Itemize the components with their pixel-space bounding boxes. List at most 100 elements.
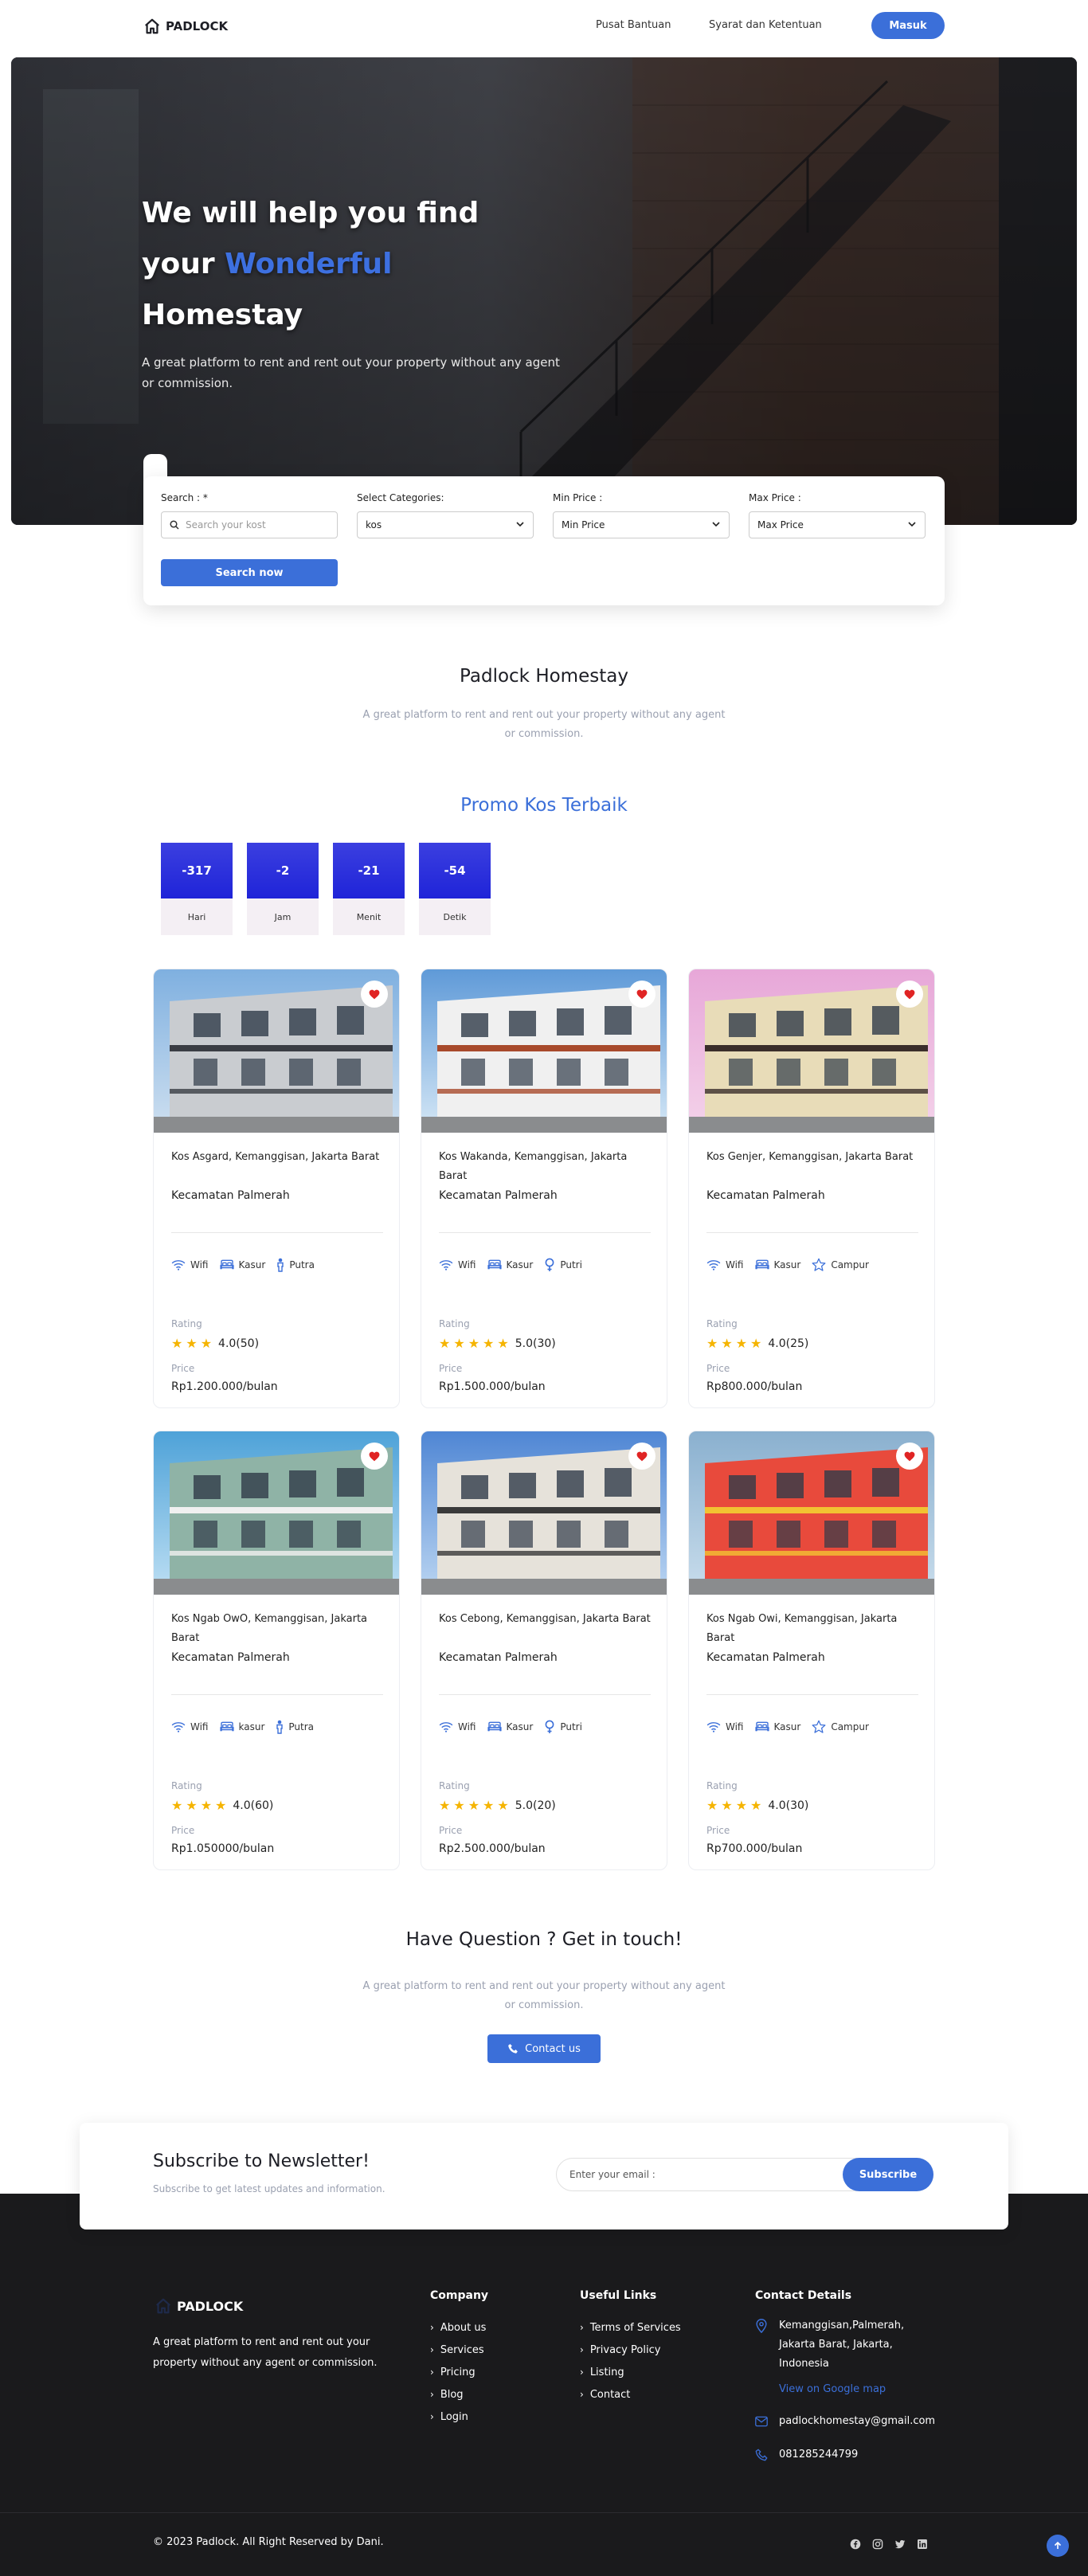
listing-photo[interactable]: [689, 969, 934, 1133]
footer-phone[interactable]: 081285244799: [755, 2445, 938, 2464]
house-icon: [145, 18, 159, 34]
feature-gender: Campur: [812, 1720, 869, 1734]
listing-photo[interactable]: [421, 969, 667, 1133]
feature-gender: Putra: [276, 1720, 314, 1734]
rating: ★ ★ ★ 4.0(50): [171, 1336, 259, 1351]
feature-wifi: Wifi: [171, 1259, 209, 1270]
listing-card[interactable]: Kos Genjer, Kemanggisan, Jakarta Barat Ke…: [688, 969, 935, 1408]
footer-address: Kemanggisan,Palmerah, Jakarta Barat, Jak…: [755, 2316, 938, 2399]
listing-price: Rp800.000/bulan: [706, 1380, 803, 1393]
chevron-down-icon: [908, 522, 916, 527]
footer-link-terms[interactable]: › Terms of Services: [580, 2316, 681, 2339]
question-subtitle: A great platform to rent and rent out yo…: [362, 1980, 726, 2011]
footer-link-login[interactable]: › Login: [430, 2406, 488, 2428]
star-icon: ★: [453, 1336, 465, 1351]
about-subtitle: A great platform to rent and rent out yo…: [362, 709, 726, 740]
card-divider: [439, 1232, 651, 1233]
listing-district: Kecamatan Palmerah: [439, 1651, 558, 1664]
contact-us-button[interactable]: Contact us: [487, 2034, 601, 2063]
rating-label: Rating: [171, 1318, 202, 1329]
footer-link-pricing[interactable]: › Pricing: [430, 2361, 488, 2383]
feature-bed: Kasur: [487, 1259, 533, 1270]
footer-email[interactable]: padlockhomestay@gmail.com: [755, 2412, 938, 2431]
rating-label: Rating: [706, 1318, 738, 1329]
instagram-icon[interactable]: [870, 2536, 886, 2552]
favorite-button[interactable]: [361, 981, 388, 1008]
chevron-down-icon: [516, 522, 524, 527]
listing-card[interactable]: Kos Cebong, Kemanggisan, Jakarta Barat Ke…: [421, 1431, 667, 1870]
listing-card[interactable]: Kos Ngab Owi, Kemanggisan, Jakarta Barat…: [688, 1431, 935, 1870]
footer-link-contact[interactable]: › Contact: [580, 2383, 681, 2406]
rating: ★ ★ ★ ★ 4.0(60): [171, 1798, 273, 1813]
listing-card[interactable]: Kos Wakanda, Kemanggisan, Jakarta Barat K…: [421, 969, 667, 1408]
feature-wifi: Wifi: [439, 1259, 476, 1270]
search-panel: Search : * Search your kost Select Categ…: [143, 476, 945, 605]
chevron-right-icon: ›: [430, 2344, 434, 2355]
favorite-button[interactable]: [628, 981, 656, 1008]
footer-link-privacy[interactable]: › Privacy Policy: [580, 2339, 681, 2361]
login-button[interactable]: Masuk: [871, 12, 945, 39]
map-pin-icon: [756, 2319, 767, 2333]
footer-brand-logo[interactable]: PADLOCK: [155, 2297, 243, 2315]
star-icon: ★: [200, 1336, 213, 1351]
wifi-icon: [706, 1722, 721, 1732]
countdown-minutes: -21 Menit: [333, 843, 405, 935]
linkedin-icon[interactable]: [914, 2536, 930, 2552]
listing-address: Kos Ngab OwO, Kemanggisan, Jakarta Barat: [171, 1613, 368, 1644]
favorite-button[interactable]: [896, 981, 923, 1008]
subscribe-button[interactable]: Subscribe: [843, 2158, 933, 2191]
hero-heading: We will help you find your Wonderful Hom…: [142, 197, 479, 331]
listing-card[interactable]: Kos Ngab OwO, Kemanggisan, Jakarta Barat…: [153, 1431, 400, 1870]
star-icon: ★: [735, 1336, 748, 1351]
favorite-button[interactable]: [896, 1443, 923, 1470]
listing-photo[interactable]: [154, 969, 399, 1133]
search-input[interactable]: Search your kost: [161, 511, 338, 538]
category-select[interactable]: kos: [357, 511, 534, 538]
nav-link-terms[interactable]: Syarat dan Ketentuan: [709, 19, 822, 31]
max-price-select[interactable]: Max Price: [749, 511, 926, 538]
listing-price: Rp2.500.000/bulan: [439, 1842, 546, 1855]
favorite-button[interactable]: [628, 1443, 656, 1470]
footer-link-about[interactable]: › About us: [430, 2316, 488, 2339]
chevron-right-icon: ›: [580, 2389, 584, 2400]
listing-address: Kos Genjer, Kemanggisan, Jakarta Barat: [706, 1151, 914, 1163]
listing-district: Kecamatan Palmerah: [706, 1189, 825, 1202]
rating-value: 4.0(60): [233, 1799, 274, 1812]
star-outline-icon: [812, 1258, 826, 1272]
listing-photo[interactable]: [689, 1431, 934, 1595]
rating: ★ ★ ★ ★ 4.0(30): [706, 1798, 808, 1813]
price-label: Price: [439, 1825, 463, 1836]
footer-link-listing[interactable]: › Listing: [580, 2361, 681, 2383]
search-now-button[interactable]: Search now: [161, 559, 338, 586]
facebook-icon[interactable]: [847, 2536, 863, 2552]
google-map-link[interactable]: View on Google map: [779, 2380, 914, 2399]
listing-card[interactable]: Kos Asgard, Kemanggisan, Jakarta Barat Ke…: [153, 969, 400, 1408]
back-to-top-button[interactable]: [1047, 2535, 1069, 2557]
nav-link-help[interactable]: Pusat Bantuan: [596, 19, 671, 31]
listing-district: Kecamatan Palmerah: [439, 1189, 558, 1202]
star-icon: ★: [706, 1336, 718, 1351]
chevron-right-icon: ›: [580, 2322, 584, 2333]
listing-photo[interactable]: [154, 1431, 399, 1595]
feature-bed: Kasur: [754, 1259, 800, 1270]
bed-icon: [219, 1259, 234, 1270]
star-icon: ★: [171, 1798, 183, 1813]
category-field: Select Categories: kos: [357, 492, 534, 538]
arrow-up-icon: [1054, 2541, 1062, 2549]
listing-price: Rp1.050000/bulan: [171, 1842, 275, 1855]
brand-logo[interactable]: PADLOCK: [143, 18, 228, 35]
min-price-select[interactable]: Min Price: [553, 511, 730, 538]
listing-features: Wifi Kasur Campur: [706, 1258, 869, 1272]
star-icon: ★: [497, 1336, 509, 1351]
star-icon: ★: [186, 1336, 198, 1351]
footer-link-blog[interactable]: › Blog: [430, 2383, 488, 2406]
listing-photo[interactable]: [421, 1431, 667, 1595]
hero-subtitle: A great platform to rent and rent out yo…: [142, 355, 560, 390]
twitter-icon[interactable]: [892, 2536, 908, 2552]
rating-value: 4.0(30): [768, 1799, 809, 1812]
newsletter-panel: Subscribe to Newsletter! Subscribe to ge…: [80, 2123, 1008, 2230]
footer-link-services[interactable]: › Services: [430, 2339, 488, 2361]
countdown-days: -317 Hari: [161, 843, 233, 935]
favorite-button[interactable]: [361, 1443, 388, 1470]
listing-address: Kos Ngab Owi, Kemanggisan, Jakarta Barat: [706, 1613, 898, 1644]
